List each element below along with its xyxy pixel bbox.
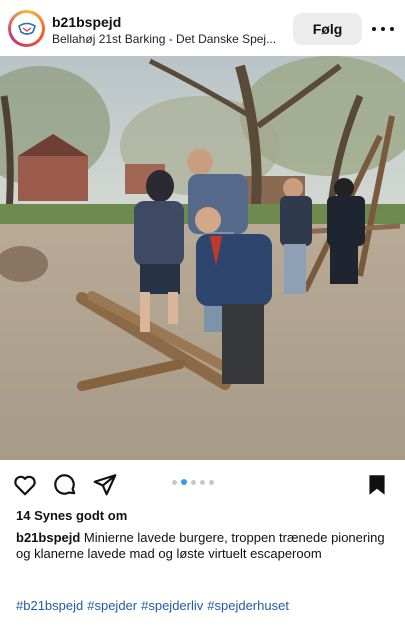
carousel-dot-active	[181, 479, 187, 485]
send-icon[interactable]	[92, 472, 118, 498]
post-photo[interactable]	[0, 56, 405, 460]
post-header: b21bspejd Bellahøj 21st Barking - Det Da…	[0, 0, 405, 56]
likes-count[interactable]: 14 Synes godt om	[16, 508, 127, 523]
caption-username[interactable]: b21bspejd	[16, 530, 80, 545]
carousel-dot	[172, 479, 177, 485]
more-dot	[390, 27, 394, 31]
follow-button[interactable]: Følg	[293, 13, 362, 45]
more-dot	[381, 27, 385, 31]
scout-logo-icon	[11, 13, 42, 44]
carousel-dot	[200, 479, 205, 485]
account-subtitle[interactable]: Bellahøj 21st Barking - Det Danske Spej.…	[52, 32, 284, 46]
hashtag-link[interactable]: #b21bspejd	[16, 598, 83, 613]
carousel-dot	[191, 479, 196, 485]
scouts-photo	[0, 56, 405, 460]
carousel-dot	[209, 479, 214, 485]
hashtag-link[interactable]: #spejder	[87, 598, 137, 613]
username[interactable]: b21bspejd	[52, 14, 121, 30]
carousel-indicator	[172, 478, 232, 486]
hashtag-link[interactable]: #spejderliv	[141, 598, 203, 613]
hashtag-list: #b21bspejd #spejder #spejderliv #spejder…	[16, 598, 289, 613]
post-caption: b21bspejd Minierne lavede burgere, tropp…	[16, 530, 394, 562]
hashtag-link[interactable]: #spejderhuset	[207, 598, 289, 613]
comment-icon[interactable]	[52, 472, 78, 498]
more-dot	[372, 27, 376, 31]
heart-icon[interactable]	[12, 472, 38, 498]
more-options-icon[interactable]	[372, 19, 394, 39]
profile-avatar[interactable]	[8, 10, 45, 47]
bookmark-icon[interactable]	[364, 472, 390, 498]
